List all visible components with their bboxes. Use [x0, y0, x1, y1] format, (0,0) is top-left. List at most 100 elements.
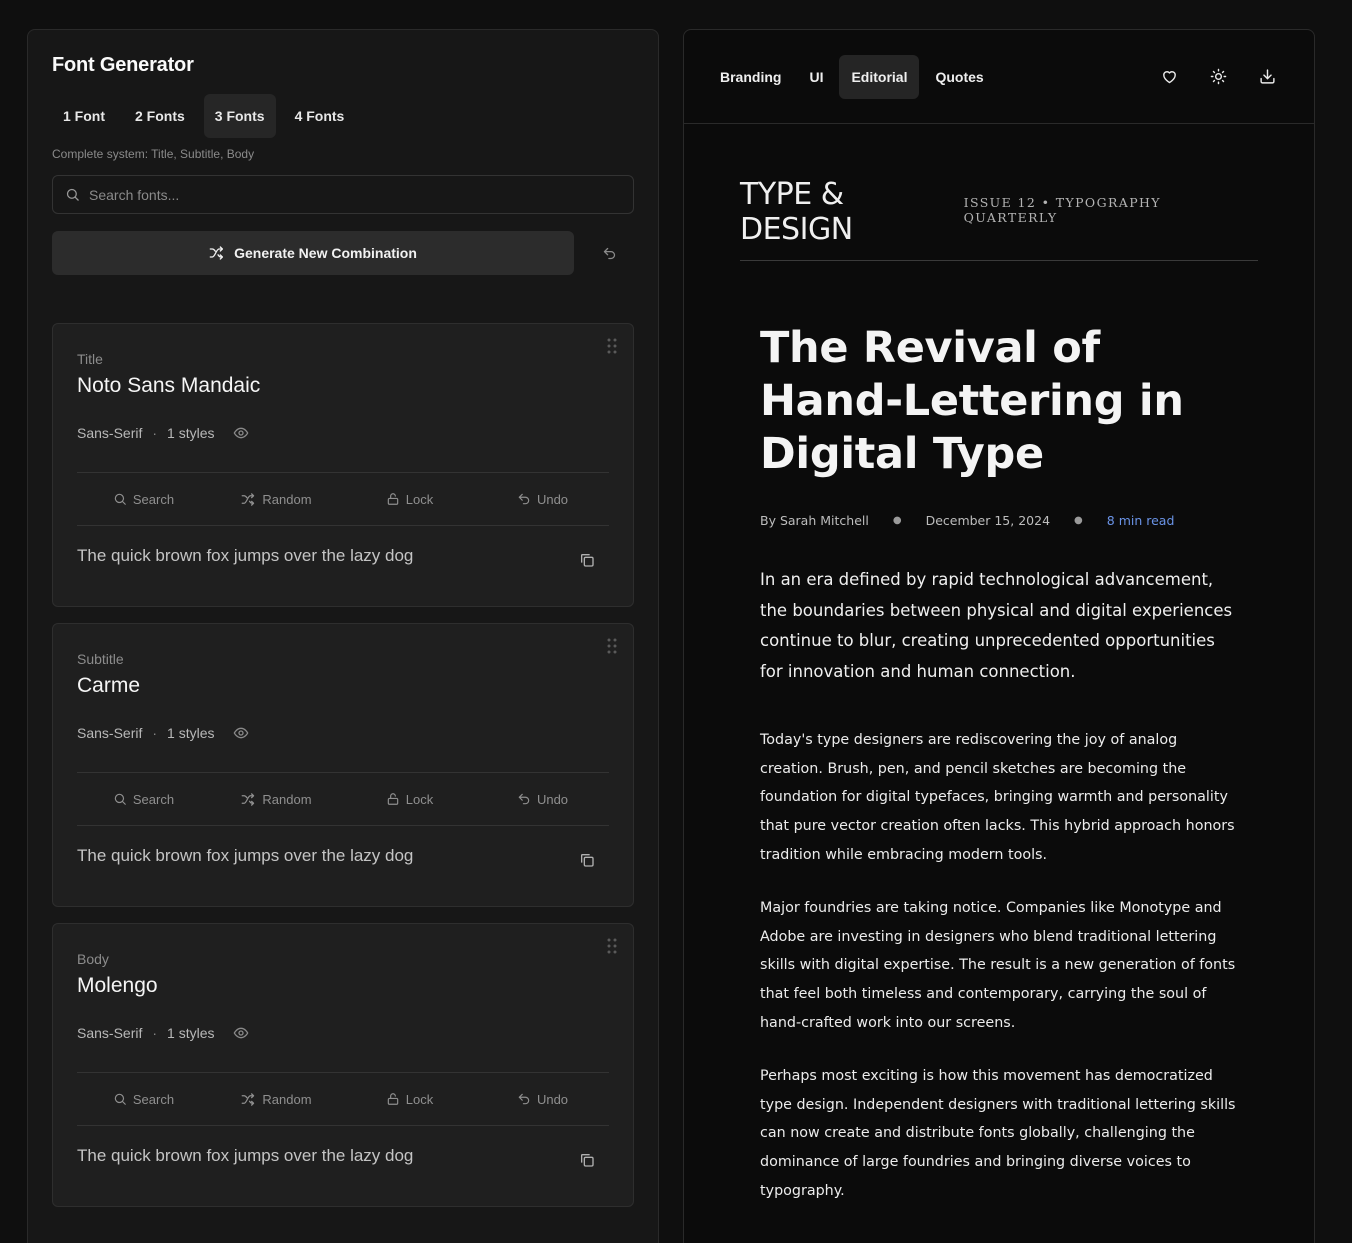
random-font-button[interactable]: Random [210, 792, 343, 807]
eye-icon[interactable] [233, 425, 249, 441]
font-search-input[interactable] [89, 186, 621, 203]
random-label: Random [262, 491, 312, 507]
random-label: Random [262, 1091, 312, 1107]
eye-icon[interactable] [233, 725, 249, 741]
sample-text: The quick brown fox jumps over the lazy … [77, 1146, 414, 1165]
copy-icon[interactable] [579, 1152, 595, 1168]
search-icon [65, 187, 80, 202]
drag-handle-icon[interactable] [607, 638, 617, 654]
undo-font-button[interactable]: Undo [476, 1092, 609, 1107]
undo-label: Undo [536, 1091, 569, 1107]
card-actions: Search Random Lock Undo [77, 472, 609, 526]
undo-icon [517, 492, 531, 506]
tab-quotes[interactable]: Quotes [923, 55, 995, 99]
search-label: Search [132, 791, 175, 807]
search-font-button[interactable]: Search [77, 1092, 210, 1107]
shuffle-icon [209, 245, 225, 261]
search-label: Search [132, 491, 175, 507]
lock-icon [386, 792, 400, 806]
font-category: Sans-Serif [77, 725, 143, 741]
font-name: Molengo [77, 974, 158, 997]
search-label: Search [132, 1091, 175, 1107]
undo-label: Undo [536, 791, 569, 807]
shuffle-icon [241, 1092, 256, 1107]
article: The Revival of Hand-Lettering in Digital… [760, 322, 1238, 1206]
article-byline: By Sarah Mitchell ● December 15, 2024 ● … [760, 513, 1238, 528]
search-font-button[interactable]: Search [77, 792, 210, 807]
download-icon[interactable] [1259, 68, 1276, 85]
font-meta: Sans-Serif · 1 styles [77, 1025, 249, 1041]
font-category: Sans-Serif [77, 425, 143, 441]
preview-header: Branding UI Editorial Quotes [684, 30, 1314, 124]
preview-style-tabs: Branding UI Editorial Quotes [708, 54, 1000, 99]
app-title: Font Generator [52, 54, 194, 76]
undo-font-button[interactable]: Undo [476, 792, 609, 807]
undo-label: Undo [536, 491, 569, 507]
article-read-time: 8 min read [1106, 513, 1175, 528]
lock-label: Lock [405, 491, 434, 507]
heart-icon[interactable] [1161, 68, 1178, 85]
search-font-button[interactable]: Search [77, 492, 210, 507]
random-label: Random [262, 791, 312, 807]
random-font-button[interactable]: Random [210, 492, 343, 507]
sun-icon[interactable] [1210, 68, 1227, 85]
byline-separator: ● [1074, 515, 1083, 526]
sample-text: The quick brown fox jumps over the lazy … [77, 546, 414, 565]
article-date: December 15, 2024 [925, 513, 1051, 528]
meta-separator: · [152, 425, 158, 441]
drag-handle-icon[interactable] [607, 338, 617, 354]
tab-branding[interactable]: Branding [708, 55, 793, 99]
search-icon [113, 492, 127, 506]
font-meta: Sans-Serif · 1 styles [77, 725, 249, 741]
tab-editorial[interactable]: Editorial [839, 54, 920, 99]
generate-label: Generate New Combination [234, 245, 417, 261]
article-author: By Sarah Mitchell [760, 513, 869, 528]
generate-combination-button[interactable]: Generate New Combination [52, 231, 574, 275]
font-name: Carme [77, 674, 141, 697]
lock-label: Lock [405, 1091, 434, 1107]
shuffle-icon [241, 492, 256, 507]
tab-2-fonts[interactable]: 2 Fonts [124, 94, 196, 138]
undo-generate-button[interactable] [602, 246, 617, 261]
lock-icon [386, 1092, 400, 1106]
undo-icon [517, 792, 531, 806]
lock-font-button[interactable]: Lock [343, 492, 476, 507]
tab-4-fonts[interactable]: 4 Fonts [284, 94, 356, 138]
lock-icon [386, 492, 400, 506]
copy-icon[interactable] [579, 852, 595, 868]
shuffle-icon [241, 792, 256, 807]
search-icon [113, 792, 127, 806]
article-paragraph: Perhaps most exciting is how this moveme… [760, 1067, 1236, 1199]
tab-3-fonts[interactable]: 3 Fonts [203, 94, 276, 138]
font-generator-panel: Font Generator 1 Font 2 Fonts 3 Fonts 4 … [27, 29, 659, 1243]
copy-icon[interactable] [579, 552, 595, 568]
article-lead: In an era defined by rapid technological… [760, 570, 1233, 682]
byline-separator: ● [892, 515, 902, 526]
font-search-box[interactable] [52, 175, 634, 214]
tab-1-font[interactable]: 1 Font [52, 94, 116, 138]
font-card-title: Title Noto Sans Mandaic Sans-Serif · 1 s… [52, 323, 634, 607]
article-paragraph: Major foundries are taking notice. Compa… [760, 899, 1236, 1031]
font-name: Noto Sans Mandaic [77, 374, 261, 397]
lock-label: Lock [405, 791, 434, 807]
font-styles-count: 1 styles [167, 425, 215, 441]
article-paragraph: Today's type designers are rediscovering… [760, 731, 1235, 863]
font-cards: Title Noto Sans Mandaic Sans-Serif · 1 s… [52, 323, 634, 1207]
font-category: Sans-Serif [77, 1025, 143, 1041]
drag-handle-icon[interactable] [607, 938, 617, 954]
role-label: Body [77, 951, 109, 967]
lock-font-button[interactable]: Lock [343, 792, 476, 807]
undo-font-button[interactable]: Undo [476, 492, 609, 507]
sample-text: The quick brown fox jumps over the lazy … [77, 846, 414, 865]
tab-ui[interactable]: UI [797, 55, 835, 99]
font-card-subtitle: Subtitle Carme Sans-Serif · 1 styles Sea… [52, 623, 634, 907]
lock-font-button[interactable]: Lock [343, 1092, 476, 1107]
font-card-body: Body Molengo Sans-Serif · 1 styles Searc… [52, 923, 634, 1207]
mode-description: Complete system: Title, Subtitle, Body [52, 147, 255, 161]
card-actions: Search Random Lock Undo [77, 772, 609, 826]
random-font-button[interactable]: Random [210, 1092, 343, 1107]
card-actions: Search Random Lock Undo [77, 1072, 609, 1126]
search-icon [113, 1092, 127, 1106]
eye-icon[interactable] [233, 1025, 249, 1041]
preview-panel: Branding UI Editorial Quotes TYPE & DESI… [683, 29, 1315, 1243]
